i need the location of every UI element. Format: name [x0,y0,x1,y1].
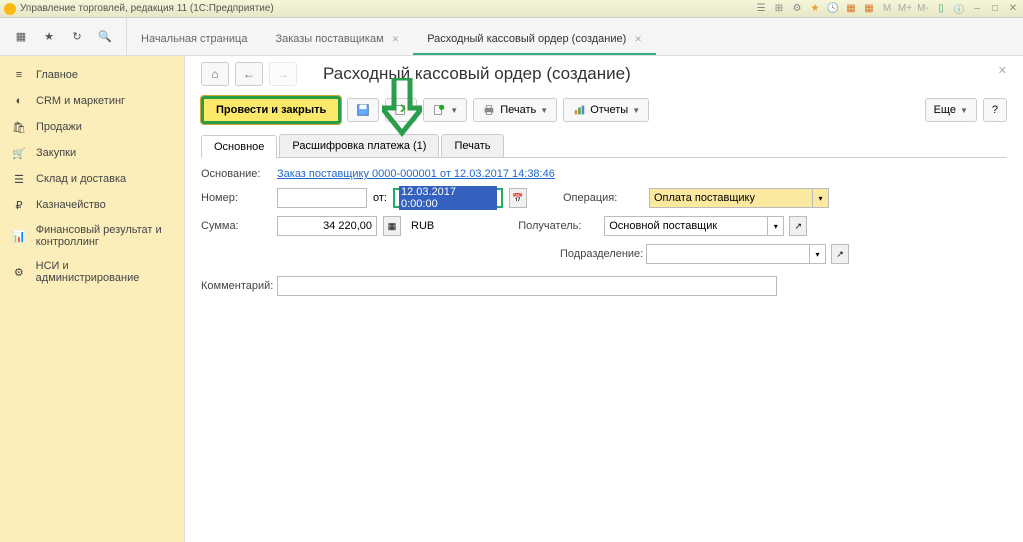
search-icon[interactable]: 🔍 [96,28,114,46]
chrome-calc-icon[interactable]: ▯ [935,3,947,15]
basis-link[interactable]: Заказ поставщику 0000-000001 от 12.03.20… [277,168,555,180]
minimize-icon[interactable]: – [971,3,983,15]
chrome-icon[interactable]: M+ [899,3,911,15]
sum-input[interactable] [277,216,377,236]
recipient-select[interactable]: Основной поставщик▾ [604,216,784,236]
window-title: Управление торговлей, редакция 11 (1С:Пр… [20,3,755,14]
tab-orders[interactable]: Заказы поставщикам✕ [261,23,413,55]
dropdown-icon[interactable]: ▾ [809,245,825,263]
sum-label: Сумма: [201,220,271,232]
tabs: Начальная страница Заказы поставщикам✕ Р… [127,18,656,55]
sidebar-item-admin[interactable]: ⚙НСИ и администрирование [0,254,184,290]
sidebar: ≡Главное ◐CRM и маркетинг 🛍Продажи 🛒Заку… [0,56,185,542]
app-icon [4,3,16,15]
chrome-icon[interactable]: ▦ [863,3,875,15]
coin-icon: ₽ [12,198,26,212]
info-icon[interactable]: ⓘ [953,3,965,15]
home-button[interactable]: ⌂ [201,62,229,86]
tab-start[interactable]: Начальная страница [127,23,261,55]
tab-close-icon[interactable]: ✕ [634,34,642,44]
sidebar-item-crm[interactable]: ◐CRM и маркетинг [0,88,184,114]
star-icon[interactable]: ★ [40,28,58,46]
cart-icon: 🛒 [12,146,26,160]
date-input[interactable]: 12.03.2017 0:00:00 [393,188,503,208]
chrome-icon[interactable]: ★ [809,3,821,15]
comment-label: Комментарий: [201,280,271,292]
calc-icon[interactable]: ▦ [383,216,401,236]
chrome-icon[interactable]: 🕓 [827,3,839,15]
close-icon[interactable]: ✕ [1007,3,1019,15]
dropdown-icon[interactable]: ▾ [767,217,783,235]
subtab-main[interactable]: Основное [201,135,277,158]
stack-icon: ☰ [12,172,26,186]
tab-close-icon[interactable]: ✕ [392,34,400,44]
bars-icon: 📊 [12,229,26,243]
subtab-print[interactable]: Печать [441,134,503,157]
sidebar-item-sales[interactable]: 🛍Продажи [0,114,184,140]
apps-icon[interactable]: ▦ [12,28,30,46]
bag-icon: 🛍 [12,120,26,134]
sidebar-item-purchases[interactable]: 🛒Закупки [0,140,184,166]
sidebar-item-warehouse[interactable]: ☰Склад и доставка [0,166,184,192]
chrome-icon[interactable]: M- [917,3,929,15]
chrome-icon[interactable]: M [881,3,893,15]
operation-label: Операция: [563,192,643,204]
chrome-icon[interactable]: ☰ [755,3,767,15]
gear-icon: ⚙ [12,265,26,279]
chrome-icon[interactable]: ⊞ [773,3,785,15]
basis-label: Основание: [201,168,271,180]
chrome-icons: ☰ ⊞ ⚙ ★ 🕓 ▦ ▦ M M+ M- ▯ ⓘ – □ ✕ [755,3,1019,15]
pie-icon: ◐ [12,94,26,108]
page-title: Расходный кассовый ордер (создание) [323,64,631,84]
chrome-icon[interactable]: ▦ [845,3,857,15]
save-button[interactable] [347,98,379,122]
post-button[interactable] [385,98,417,122]
more-button[interactable]: Еще▼ [925,98,977,122]
back-button[interactable]: ← [235,62,263,86]
maximize-icon[interactable]: □ [989,3,1001,15]
number-input[interactable] [277,188,367,208]
operation-select[interactable]: Оплата поставщику▾ [649,188,829,208]
division-label: Подразделение: [560,248,640,260]
sidebar-item-treasury[interactable]: ₽Казначейство [0,192,184,218]
top-bar: ▦ ★ ↻ 🔍 Начальная страница Заказы постав… [0,18,1023,56]
content: ⌂ ← → Расходный кассовый ордер (создание… [185,56,1023,542]
sidebar-item-finance[interactable]: 📊Финансовый результат и контроллинг [0,218,184,254]
forward-button[interactable]: → [269,62,297,86]
menu-icon: ≡ [12,68,26,82]
reports-button[interactable]: Отчеты▼ [563,98,649,122]
close-page-icon[interactable]: ✕ [998,64,1007,77]
open-icon[interactable]: ↗ [789,216,807,236]
sub-tabs: Основное Расшифровка платежа (1) Печать [201,134,1007,158]
sidebar-item-main[interactable]: ≡Главное [0,62,184,88]
from-label: от: [373,192,387,204]
create-based-button[interactable]: ▼ [423,98,467,122]
tab-cash-order[interactable]: Расходный кассовый ордер (создание)✕ [413,23,656,55]
currency-label: RUB [411,220,434,232]
open-icon[interactable]: ↗ [831,244,849,264]
division-select[interactable]: ▾ [646,244,826,264]
subtab-decode[interactable]: Расшифровка платежа (1) [279,134,439,157]
history-icon[interactable]: ↻ [68,28,86,46]
print-button[interactable]: Печать▼ [473,98,557,122]
number-label: Номер: [201,192,271,204]
help-button[interactable]: ? [983,98,1007,122]
title-bar: Управление торговлей, редакция 11 (1С:Пр… [0,0,1023,18]
recipient-label: Получатель: [518,220,598,232]
dropdown-icon[interactable]: ▾ [812,189,828,207]
calendar-icon[interactable]: 📅 [509,188,527,208]
chrome-icon[interactable]: ⚙ [791,3,803,15]
post-close-button[interactable]: Провести и закрыть [201,96,341,124]
comment-input[interactable] [277,276,777,296]
